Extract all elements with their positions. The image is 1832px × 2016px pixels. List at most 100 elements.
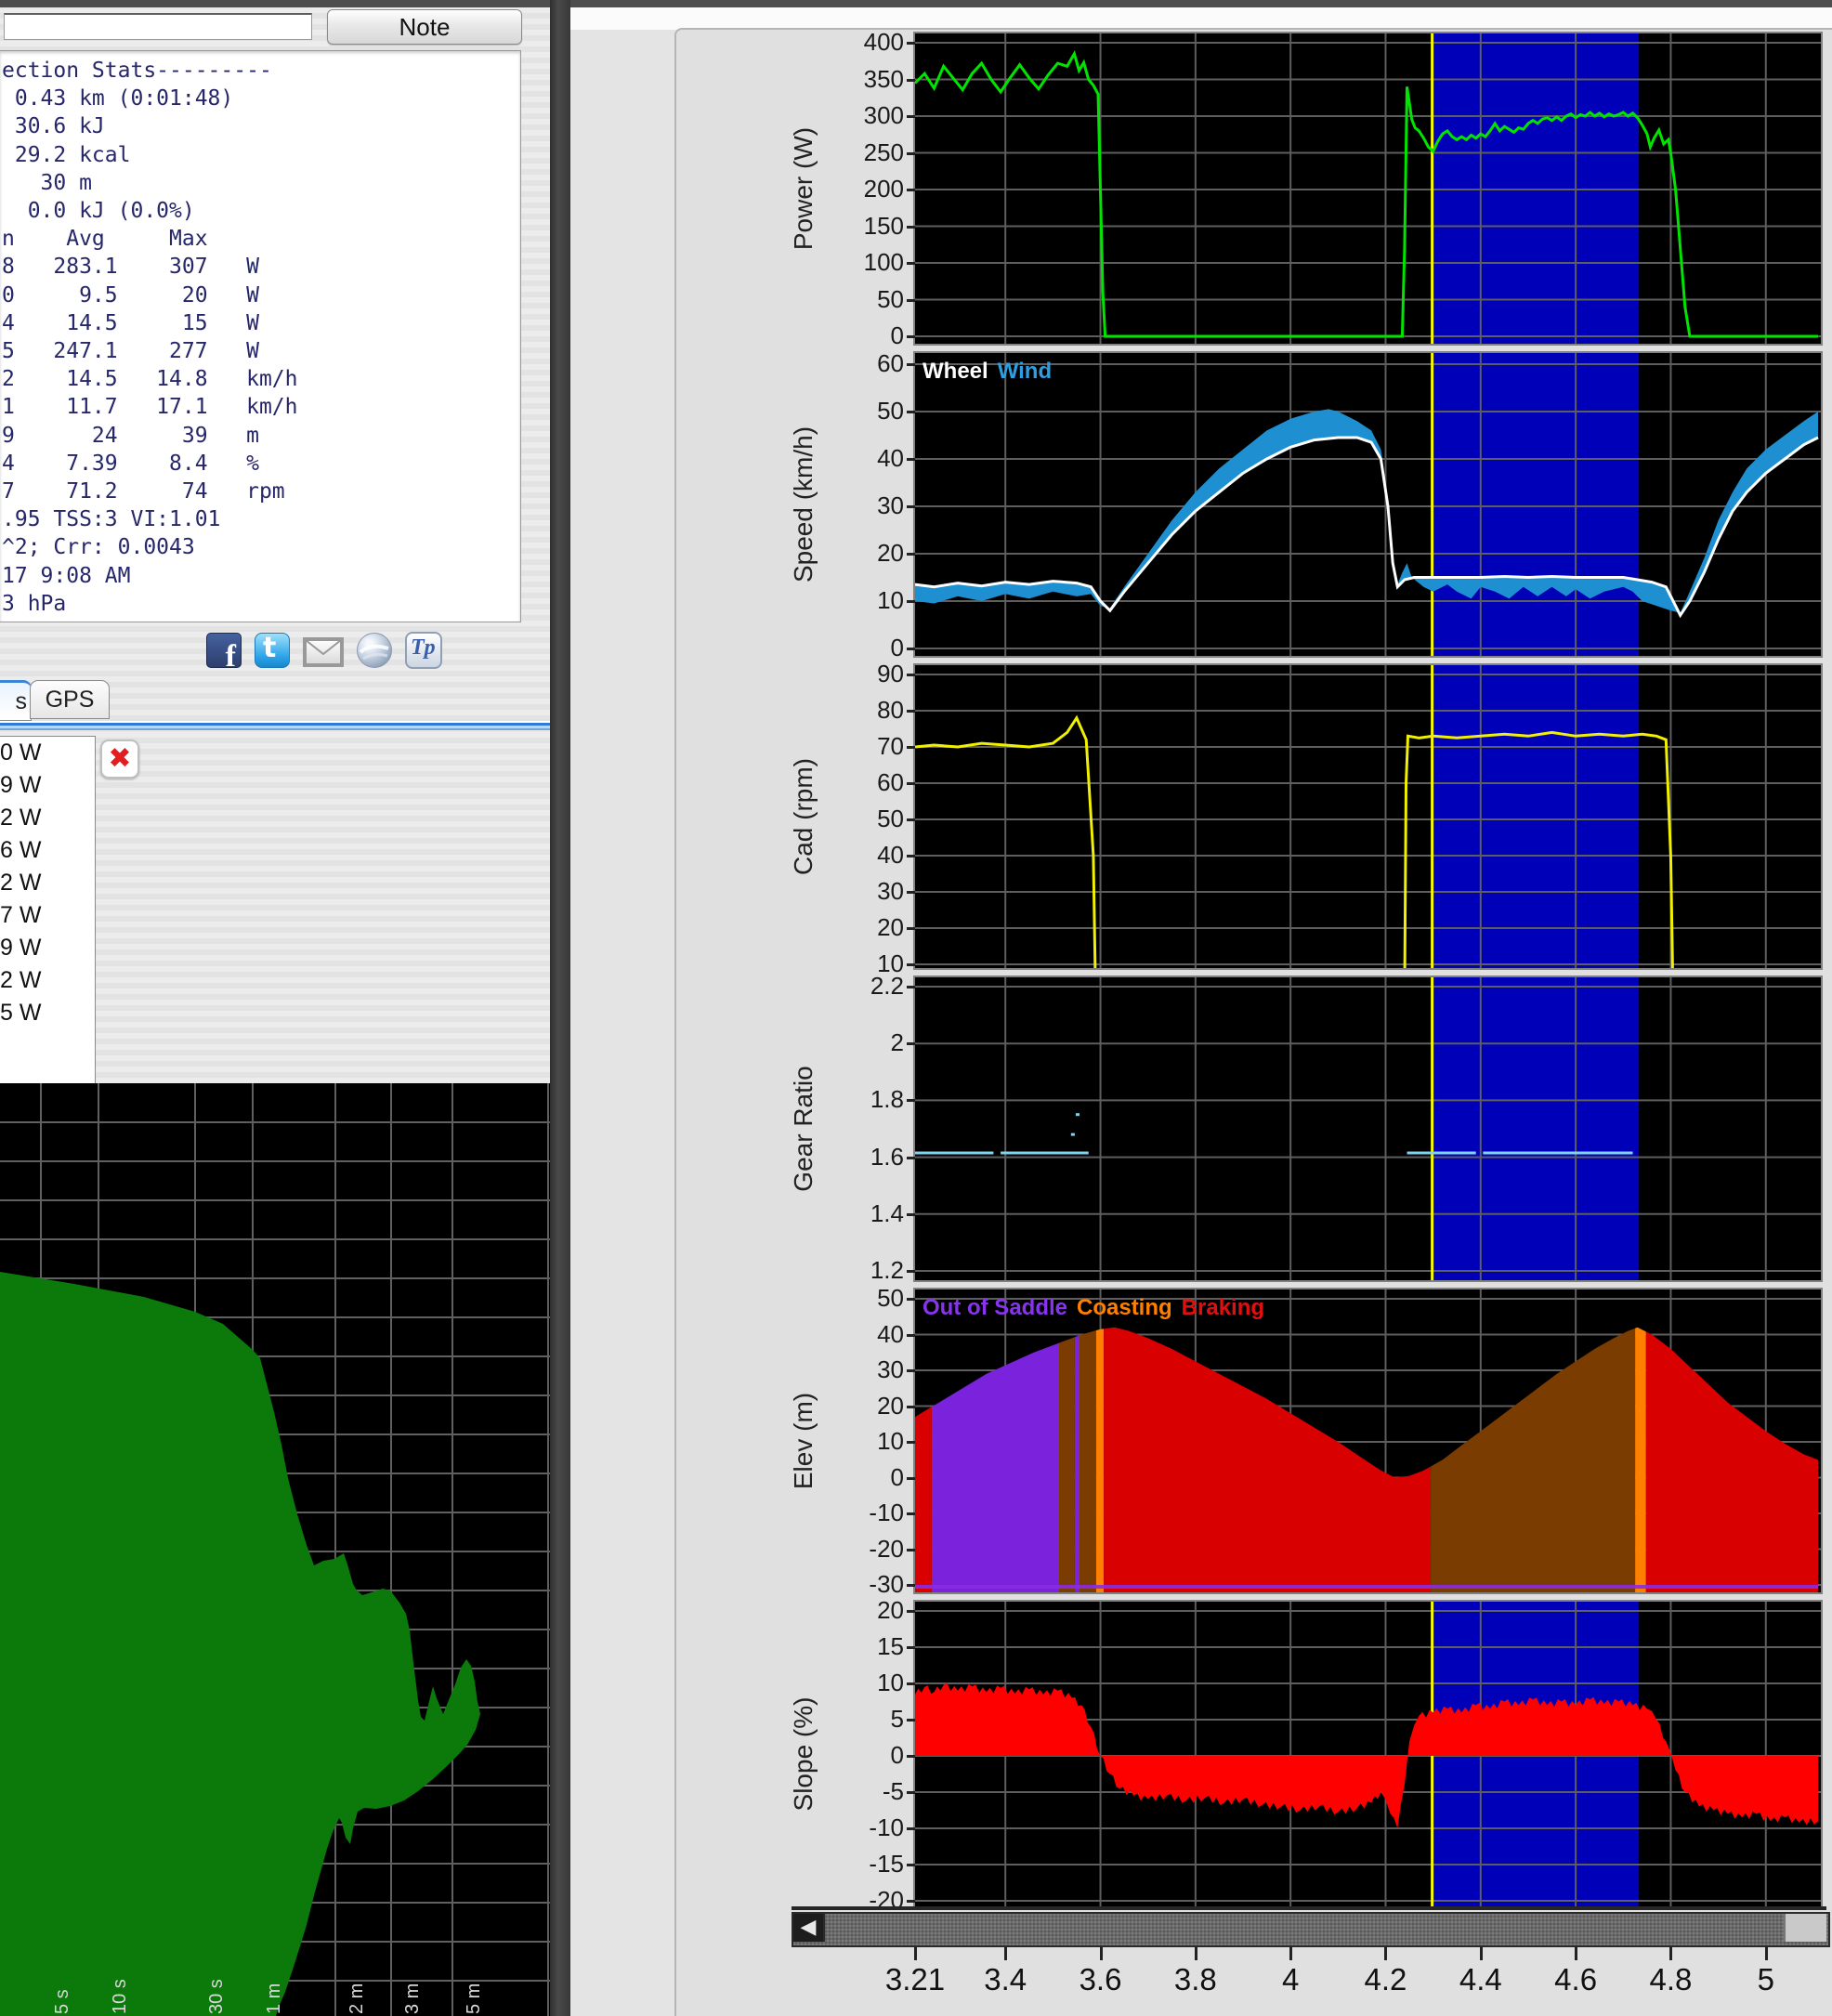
y-tick-mark [907, 927, 915, 930]
power-duration-chart[interactable]: 5 s10 s30 s1 m2 m3 m5 m [0, 1083, 550, 2016]
elevation-fill-braking_dark [1080, 1330, 1096, 1592]
y-tick-mark [907, 363, 915, 366]
duration-axis-label: 2 m [347, 1983, 368, 2014]
trainingpeaks-icon[interactable]: Tp [405, 632, 442, 669]
horizontal-scrollbar[interactable]: ◀ [792, 1912, 1830, 1947]
cad-chart-plot[interactable] [915, 665, 1821, 968]
google-earth-icon[interactable] [357, 633, 392, 668]
y-tick-mark [907, 1157, 915, 1159]
y-tick-mark [907, 1584, 915, 1587]
elev-chart-plot[interactable] [915, 1289, 1821, 1592]
scrollbar-thumb[interactable] [1784, 1914, 1826, 1942]
power-chart-plot[interactable] [915, 33, 1821, 344]
slope-chart-svg [915, 1602, 1821, 1906]
section-stats-text: ection Stats--------- 0.43 km (0:01:48) … [2, 57, 520, 618]
mail-icon[interactable] [303, 637, 344, 667]
speed-chart-plot[interactable] [915, 353, 1821, 656]
scroll-left-button[interactable]: ◀ [793, 1914, 825, 1942]
tab-stats-partial[interactable]: s [0, 680, 32, 721]
gear-chart-svg [915, 977, 1821, 1280]
duration-axis-label: 5 m [464, 1983, 485, 2014]
y-tick-mark [907, 1334, 915, 1337]
power-axis-title: Power (W) [789, 40, 818, 337]
x-tick-label: 4.4 [1439, 1962, 1523, 1997]
share-icons-row: f t Tp [206, 632, 442, 669]
y-tick-mark [907, 891, 915, 894]
list-item[interactable]: 2 W [0, 867, 95, 899]
y-tick-mark [907, 1099, 915, 1102]
y-tick-mark [907, 411, 915, 413]
y-tick-mark [907, 1864, 915, 1866]
duration-axis-label: 3 m [402, 1983, 424, 2014]
list-item[interactable]: 7 W [0, 899, 95, 932]
y-tick-mark [907, 1755, 915, 1758]
delete-button[interactable]: ✖ [100, 740, 139, 779]
y-tick-mark [907, 710, 915, 713]
y-tick-mark [907, 1441, 915, 1444]
y-tick-mark [907, 42, 915, 45]
app-window: Note ection Stats--------- 0.43 km (0:01… [0, 0, 1832, 2016]
y-tick-mark [907, 1549, 915, 1551]
y-tick-mark [907, 226, 915, 229]
cad-axis-title: Cad (rpm) [789, 668, 818, 965]
y-tick-mark [907, 79, 915, 82]
y-tick-mark [907, 1900, 915, 1903]
tab-gps[interactable]: GPS [30, 680, 110, 719]
cad-chart-svg [915, 665, 1821, 968]
elev-legend: Out of SaddleCoastingBraking [923, 1295, 1274, 1321]
legend-out-of-saddle: Out of Saddle [923, 1295, 1067, 1320]
note-button[interactable]: Note [327, 9, 522, 45]
right-panel-header-strip [570, 7, 1832, 30]
list-item[interactable]: 6 W [0, 834, 95, 867]
x-tick-label: 5 [1724, 1962, 1808, 1997]
x-tick-mark [1765, 1947, 1768, 1960]
elevation-fill-selection_brown [1431, 1329, 1635, 1592]
list-item[interactable]: 2 W [0, 802, 95, 834]
panel-splitter[interactable] [550, 0, 570, 2016]
x-tick-mark [1100, 1947, 1103, 1960]
list-item[interactable]: 9 W [0, 769, 95, 802]
x-tick-mark [1004, 1947, 1007, 1960]
elevation-fill-red [1104, 1328, 1431, 1592]
slope-chart-plot[interactable] [915, 1602, 1821, 1906]
scrollbar-top-border [792, 1906, 1826, 1910]
elevation-fill-coasting [1096, 1329, 1104, 1592]
out-of-saddle-baseline [915, 1585, 1818, 1589]
panel-divider [0, 721, 550, 732]
power-line [915, 54, 1818, 336]
speed-axis-title: Speed (km/h) [789, 356, 818, 653]
elev-axis-title: Elev (m) [789, 1292, 818, 1590]
y-tick-mark [907, 674, 915, 676]
y-tick-mark [907, 782, 915, 785]
y-tick-mark [907, 1369, 915, 1372]
list-item[interactable]: 5 W [0, 997, 95, 1029]
x-tick-mark [914, 1947, 917, 1960]
power-chart-svg [915, 33, 1821, 344]
gear-chart-plot[interactable] [915, 977, 1821, 1280]
slope-axis-title: Slope (%) [789, 1605, 818, 1903]
duration-axis-label: 5 s [52, 1989, 73, 2014]
y-tick-mark [907, 262, 915, 265]
twitter-icon[interactable]: t [255, 633, 290, 668]
note-input[interactable] [4, 13, 312, 40]
elevation-fill-out_of_saddle [932, 1343, 1059, 1593]
elevation-fill-braking_dark [1059, 1337, 1075, 1592]
x-tick-label: 4.6 [1534, 1962, 1617, 1997]
y-tick-mark [907, 1512, 915, 1515]
list-item[interactable]: 9 W [0, 932, 95, 964]
x-tick-label: 3.4 [963, 1962, 1047, 1997]
watts-listbox[interactable]: 0 W9 W2 W6 W2 W7 W9 W2 W5 W [0, 736, 96, 1087]
list-item[interactable]: 0 W [0, 737, 95, 769]
y-tick-mark [907, 1270, 915, 1273]
elevation-fill-red [915, 1407, 932, 1592]
duration-axis-label: 30 s [206, 1979, 228, 2014]
y-tick-mark [907, 648, 915, 650]
elev-chart-svg [915, 1289, 1821, 1592]
y-tick-mark [907, 986, 915, 988]
legend-coasting: Coasting [1077, 1295, 1172, 1320]
mean-max-power-area [0, 1272, 480, 2016]
list-item[interactable]: 2 W [0, 964, 95, 997]
y-tick-mark [907, 600, 915, 603]
y-tick-mark [907, 1298, 915, 1301]
facebook-icon[interactable]: f [206, 633, 242, 668]
